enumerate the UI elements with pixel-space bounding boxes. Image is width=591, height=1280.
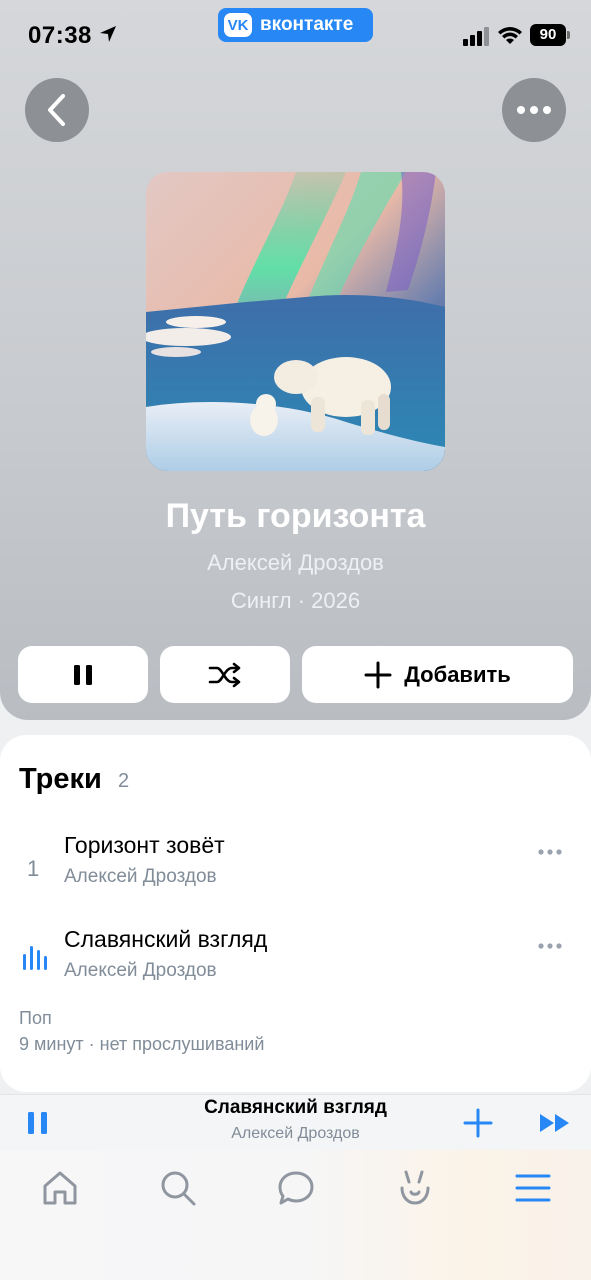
next-track-icon[interactable]: [538, 1110, 572, 1136]
add-button[interactable]: Добавить: [302, 646, 573, 703]
battery-tip: [567, 31, 570, 39]
cellular-signal-icon: [463, 27, 489, 46]
back-button[interactable]: [25, 78, 89, 142]
genre-label: Поп: [19, 1008, 52, 1028]
track-title: Горизонт зовёт: [64, 832, 225, 858]
track-title: Славянский взгляд: [64, 926, 268, 952]
status-time: 07:38: [28, 22, 92, 49]
vk-app-pill[interactable]: VK вконтакте: [218, 8, 373, 42]
shuffle-button[interactable]: [160, 646, 290, 703]
track-more-icon[interactable]: [537, 940, 563, 952]
location-arrow-icon: [100, 26, 116, 42]
battery-indicator: 90: [530, 24, 566, 46]
more-horizontal-icon: [517, 106, 551, 114]
album-cover[interactable]: [146, 172, 445, 471]
home-icon[interactable]: [40, 1168, 80, 1208]
album-artist-link[interactable]: Алексей Дроздов: [0, 550, 591, 576]
mini-player-title: Славянский взгляд: [204, 1097, 387, 1118]
tracks-count: 2: [118, 770, 130, 792]
album-meta: Сингл · 2026: [230, 588, 361, 613]
search-icon[interactable]: [158, 1168, 198, 1208]
plus-icon: [364, 661, 392, 688]
shuffle-icon: [208, 662, 241, 687]
album-header: 07:38 VK вконтакте 90 Путь горизонта Але…: [0, 0, 591, 720]
track-number: 1: [27, 856, 40, 881]
mini-player[interactable]: Славянский взгляд Алексей Дроздов: [0, 1094, 591, 1150]
messenger-icon[interactable]: [276, 1168, 316, 1208]
status-bar: 07:38 VK вконтакте 90: [0, 0, 591, 70]
chevron-left-icon: [48, 94, 65, 126]
track-more-icon[interactable]: [537, 846, 563, 858]
vk-logo-icon: VK: [224, 13, 252, 37]
add-button-label: Добавить: [404, 661, 511, 687]
track-row[interactable]: Славянский взгляд Алексей Дроздов: [0, 926, 591, 1006]
album-cover-art: [146, 172, 445, 471]
album-title: Путь горизонта: [165, 497, 426, 535]
tracks-heading: Треки: [19, 763, 102, 795]
more-options-button[interactable]: [502, 78, 566, 142]
track-row[interactable]: 1 Горизонт зовёт Алексей Дроздов: [0, 832, 591, 912]
track-artist: Алексей Дроздов: [64, 960, 217, 981]
clips-icon[interactable]: [395, 1168, 435, 1208]
mini-add-icon[interactable]: [462, 1107, 494, 1139]
wifi-icon: [498, 27, 522, 44]
mini-player-artist: Алексей Дроздов: [231, 1125, 360, 1142]
pause-button[interactable]: [18, 646, 148, 703]
pause-icon: [74, 664, 92, 685]
menu-icon[interactable]: [513, 1168, 553, 1208]
duration-stats: 9 минут · нет прослушиваний: [19, 1034, 265, 1054]
now-playing-equalizer-icon: [23, 946, 47, 970]
tab-bar: [0, 1150, 591, 1280]
vk-app-label: вконтакте: [260, 14, 354, 35]
track-artist: Алексей Дроздов: [64, 866, 217, 887]
tracks-card: Треки 2 1 Горизонт зовёт Алексей Дроздов…: [0, 735, 591, 1092]
